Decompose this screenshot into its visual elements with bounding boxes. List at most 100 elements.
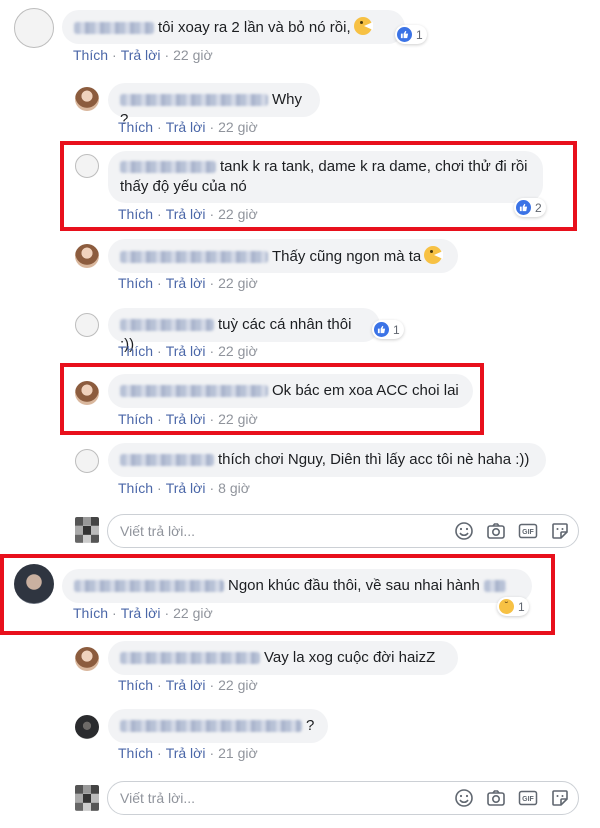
timestamp[interactable]: 22 giờ (173, 47, 213, 63)
blurred-username[interactable] (74, 580, 224, 593)
comment-text: Ok bác em xoa ACC choi lai (272, 382, 459, 399)
blurred-username[interactable] (120, 319, 214, 332)
blurred-username[interactable] (74, 22, 154, 35)
comment-actions: Thích · Trả lời · 22 giờ (73, 47, 213, 63)
comment-actions: Thích · Trả lời · 21 giờ (118, 745, 258, 761)
blurred-username[interactable] (120, 161, 216, 174)
comment-actions: Thích · Trả lời · 22 giờ (73, 605, 213, 621)
timestamp[interactable]: 22 giờ (218, 206, 258, 222)
comment-bubble: Vay la xog cuộc đời haizZ (108, 641, 458, 675)
emoji-icon[interactable] (454, 788, 474, 808)
reaction-count[interactable]: 2 (514, 198, 546, 217)
like-link[interactable]: Thích (118, 119, 153, 135)
blurred-username[interactable] (120, 720, 302, 733)
comment-text: Thấy cũng ngon mà ta (272, 248, 422, 265)
like-link[interactable]: Thích (118, 343, 153, 359)
avatar[interactable] (75, 313, 99, 337)
comment-bubble: tuỳ các cá nhân thôi :)) (108, 308, 380, 353)
svg-text:GIF: GIF (522, 529, 534, 536)
comment-actions: Thích · Trả lời · 22 giờ (118, 119, 258, 135)
reply-link[interactable]: Trả lời (166, 343, 206, 359)
timestamp[interactable]: 22 giờ (218, 119, 258, 135)
avatar[interactable] (75, 449, 99, 473)
comment-bubble: Thấy cũng ngon mà ta (108, 239, 458, 273)
blurred-username[interactable] (120, 251, 268, 264)
reply-link[interactable]: Trả lời (166, 119, 206, 135)
comment-text: Ngon khúc đầu thôi, về sau nhai hành (228, 577, 480, 594)
like-icon (516, 200, 531, 215)
reply-link[interactable]: Trả lời (121, 47, 161, 63)
reaction-count[interactable]: 1 (372, 320, 404, 339)
like-icon (374, 322, 389, 337)
reply-link[interactable]: Trả lời (166, 411, 206, 427)
avatar[interactable] (75, 154, 99, 178)
timestamp[interactable]: 22 giờ (218, 343, 258, 359)
comment-actions: Thích · Trả lời · 22 giờ (118, 343, 258, 359)
like-link[interactable]: Thích (118, 745, 153, 761)
camera-icon[interactable] (486, 788, 506, 808)
comment-text-line: thấy độ yếu của nó (120, 178, 247, 195)
comment-text: Vay la xog cuộc đời haizZ (264, 649, 436, 666)
like-link[interactable]: Thích (73, 47, 108, 63)
reply-link[interactable]: Trả lời (166, 745, 206, 761)
timestamp[interactable]: 22 giờ (218, 677, 258, 693)
comment-text: ? (306, 717, 315, 734)
blurred-username[interactable] (120, 652, 260, 665)
avatar[interactable] (14, 564, 54, 604)
blurred-text (483, 580, 506, 593)
reply-link[interactable]: Trả lời (166, 677, 206, 693)
gif-icon[interactable]: GIF (518, 788, 538, 808)
reply-link[interactable]: Trả lời (121, 605, 161, 621)
avatar[interactable] (75, 244, 99, 268)
reaction-count[interactable]: 1 (395, 25, 427, 44)
comment-actions: Thích · Trả lời · 22 giờ (118, 206, 258, 222)
comment-text-line: tank k ra tank, dame k ra dame, chơi thử… (220, 158, 528, 175)
avatar (75, 517, 99, 543)
timestamp[interactable]: 22 giờ (218, 411, 258, 427)
reply-link[interactable]: Trả lời (166, 480, 206, 496)
blurred-username[interactable] (120, 385, 268, 398)
blurred-username[interactable] (120, 94, 268, 107)
timestamp[interactable]: 21 giờ (218, 745, 258, 761)
reply-input[interactable]: Viết trả lời... GIF (107, 781, 579, 815)
pacman-emoji (424, 246, 444, 264)
blurred-username[interactable] (120, 454, 214, 467)
sticker-icon[interactable] (550, 788, 570, 808)
like-link[interactable]: Thích (118, 275, 153, 291)
avatar[interactable] (75, 87, 99, 111)
sad-reaction-icon: ˘ (499, 599, 514, 614)
avatar[interactable] (75, 381, 99, 405)
comment-bubble: Why ? (108, 83, 320, 128)
comment-bubble: Ngon khúc đầu thôi, về sau nhai hành (62, 569, 532, 603)
like-link[interactable]: Thích (118, 411, 153, 427)
timestamp[interactable]: 22 giờ (218, 275, 258, 291)
reply-input[interactable]: Viết trả lời... GIF (107, 514, 579, 548)
comment-bubble: tôi xoay ra 2 lần và bỏ nó rồi, (62, 10, 405, 44)
avatar (75, 785, 99, 811)
like-link[interactable]: Thích (118, 206, 153, 222)
camera-icon[interactable] (486, 521, 506, 541)
sticker-icon[interactable] (550, 521, 570, 541)
reply-link[interactable]: Trả lời (166, 206, 206, 222)
reaction-count[interactable]: ˘ 1 (497, 597, 529, 616)
avatar[interactable] (75, 647, 99, 671)
like-link[interactable]: Thích (73, 605, 108, 621)
timestamp[interactable]: 8 giờ (218, 480, 250, 496)
reply-toolbar: GIF (454, 521, 570, 541)
comment-actions: Thích · Trả lời · 8 giờ (118, 480, 250, 496)
reply-toolbar: GIF (454, 788, 570, 808)
reply-placeholder: Viết trả lời... (120, 790, 196, 806)
reply-link[interactable]: Trả lời (166, 275, 206, 291)
gif-icon[interactable]: GIF (518, 521, 538, 541)
comment-bubble: thích chơi Nguy, Diên thì lấy acc tôi nè… (108, 443, 546, 477)
svg-text:GIF: GIF (522, 796, 534, 803)
like-link[interactable]: Thích (118, 677, 153, 693)
comment-text: thích chơi Nguy, Diên thì lấy acc tôi nè… (218, 451, 530, 468)
like-icon (397, 27, 412, 42)
comment-actions: Thích · Trả lời · 22 giờ (118, 275, 258, 291)
emoji-icon[interactable] (454, 521, 474, 541)
like-link[interactable]: Thích (118, 480, 153, 496)
timestamp[interactable]: 22 giờ (173, 605, 213, 621)
avatar[interactable] (14, 8, 54, 48)
avatar[interactable] (75, 715, 99, 739)
